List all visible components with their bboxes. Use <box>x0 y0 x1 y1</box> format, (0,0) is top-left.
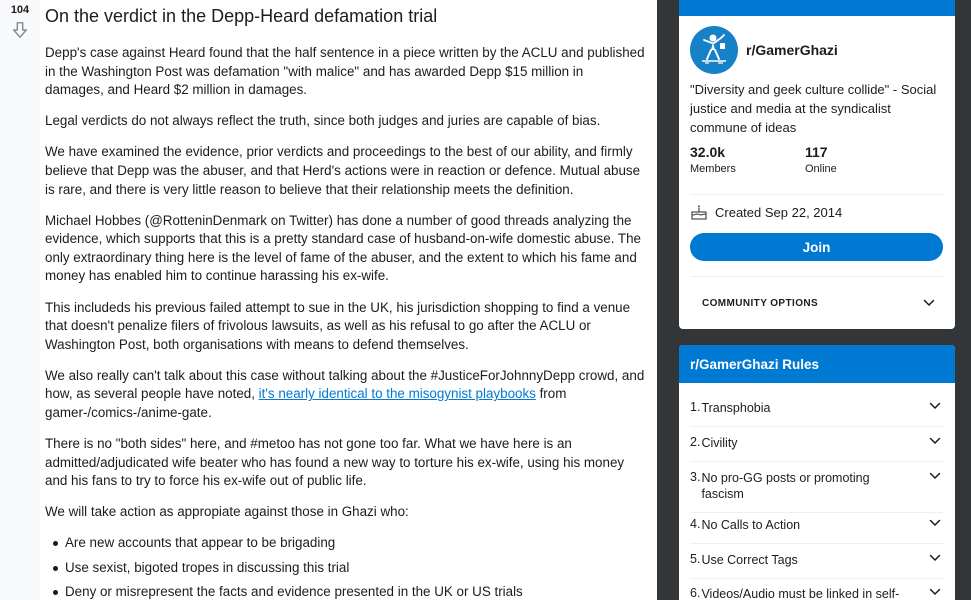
rule-label: Use Correct Tags <box>701 553 798 567</box>
rule-number: 3. <box>690 470 701 484</box>
action-list: Are new accounts that appear to be briga… <box>51 534 645 600</box>
rules-card: r/GamerGhazi Rules 1. Transphobia 2. Civil… <box>679 345 955 600</box>
post-paragraph: This includeds his previous failed attem… <box>45 299 631 352</box>
rule-number: 5. <box>690 552 701 566</box>
subreddit-name[interactable]: r/GamerGhazi <box>746 42 838 58</box>
chevron-down-icon <box>929 472 941 480</box>
post-paragraph: There is no "both sides" here, and #meto… <box>45 436 625 489</box>
chevron-down-icon <box>923 299 935 307</box>
post-paragraph: Michael Hobbes (@RotteninDenmark on Twit… <box>45 212 641 284</box>
online-label: Online <box>805 163 837 175</box>
rule-label: No pro-GG posts or promoting fascism <box>701 471 870 501</box>
subreddit-avatar-icon[interactable] <box>690 26 738 74</box>
rule-item[interactable]: 5. Use Correct Tags <box>690 552 943 579</box>
join-button[interactable]: Join <box>690 233 943 261</box>
rule-item[interactable]: 1. Transphobia <box>690 400 943 427</box>
members-stat: 32.0k Members <box>690 144 805 175</box>
rule-number: 4. <box>690 517 701 531</box>
rule-label: No Calls to Action <box>701 518 801 532</box>
rules-header: r/GamerGhazi Rules <box>679 345 955 383</box>
rule-label: Civility <box>701 436 738 450</box>
list-item: Deny or misrepresent the facts and evide… <box>51 583 645 600</box>
chevron-down-icon <box>929 402 941 410</box>
rule-label: Transphobia <box>701 401 771 415</box>
chevron-down-icon <box>929 519 941 527</box>
post-paragraph: We have examined the evidence, prior ver… <box>45 144 641 197</box>
rule-label: Videos/Audio must be linked in self- <box>701 587 900 600</box>
misogynist-playbooks-link[interactable]: it's nearly identical to the misogynist … <box>259 386 536 401</box>
community-stats: 32.0k Members 117 Online <box>690 144 920 175</box>
rule-item[interactable]: 3. No pro-GG posts or promoting fascism <box>690 470 943 513</box>
rule-number: 2. <box>690 435 701 449</box>
subreddit-header: r/GamerGhazi <box>690 26 838 74</box>
cake-icon <box>691 205 707 220</box>
post-paragraph: Legal verdicts do not always reflect the… <box>45 113 601 129</box>
list-item: Are new accounts that appear to be briga… <box>51 534 645 553</box>
post-paragraph-with-link: We also really can't talk about this cas… <box>45 367 645 423</box>
rule-number: 6. <box>690 586 701 600</box>
post-paragraph: We will take action as appropiate agains… <box>45 504 409 520</box>
rule-number: 1. <box>690 400 701 414</box>
chevron-down-icon <box>929 437 941 445</box>
mascot-icon <box>702 34 726 64</box>
rule-item[interactable]: 4. No Calls to Action <box>690 517 943 544</box>
rule-item[interactable]: 2. Civility <box>690 435 943 462</box>
vote-column: 104 <box>0 0 40 600</box>
post-title[interactable]: On the verdict in the Depp-Heard defamat… <box>45 5 645 27</box>
divider <box>690 276 943 277</box>
community-options-label: COMMUNITY OPTIONS <box>702 297 819 309</box>
divider <box>690 194 943 195</box>
subreddit-description: "Diversity and geek culture collide" - S… <box>690 82 937 135</box>
about-card-header <box>679 0 955 16</box>
members-count: 32.0k <box>690 144 726 160</box>
community-options-toggle[interactable]: COMMUNITY OPTIONS <box>690 289 943 317</box>
chevron-down-icon <box>929 588 941 596</box>
downvote-arrow-icon[interactable] <box>11 21 29 39</box>
post-content: On the verdict in the Depp-Heard defamat… <box>45 5 645 600</box>
post-paragraph: Depp's case against Heard found that the… <box>45 45 645 98</box>
created-date: Created Sep 22, 2014 <box>690 204 842 220</box>
created-text: Created Sep 22, 2014 <box>715 204 843 220</box>
members-label: Members <box>690 163 736 175</box>
online-count: 117 <box>805 144 828 160</box>
rule-item[interactable]: 6. Videos/Audio must be linked in self- <box>690 586 943 600</box>
about-community-card: r/GamerGhazi "Diversity and geek culture… <box>679 0 955 329</box>
list-item: Use sexist, bigoted tropes in discussing… <box>51 559 645 578</box>
online-stat: 117 Online <box>805 144 920 175</box>
chevron-down-icon <box>929 554 941 562</box>
vote-count: 104 <box>10 4 30 16</box>
post-panel: 104 On the verdict in the Depp-Heard def… <box>0 0 657 600</box>
rules-title: r/GamerGhazi Rules <box>690 356 820 372</box>
post-body: Depp's case against Heard found that the… <box>45 44 645 600</box>
